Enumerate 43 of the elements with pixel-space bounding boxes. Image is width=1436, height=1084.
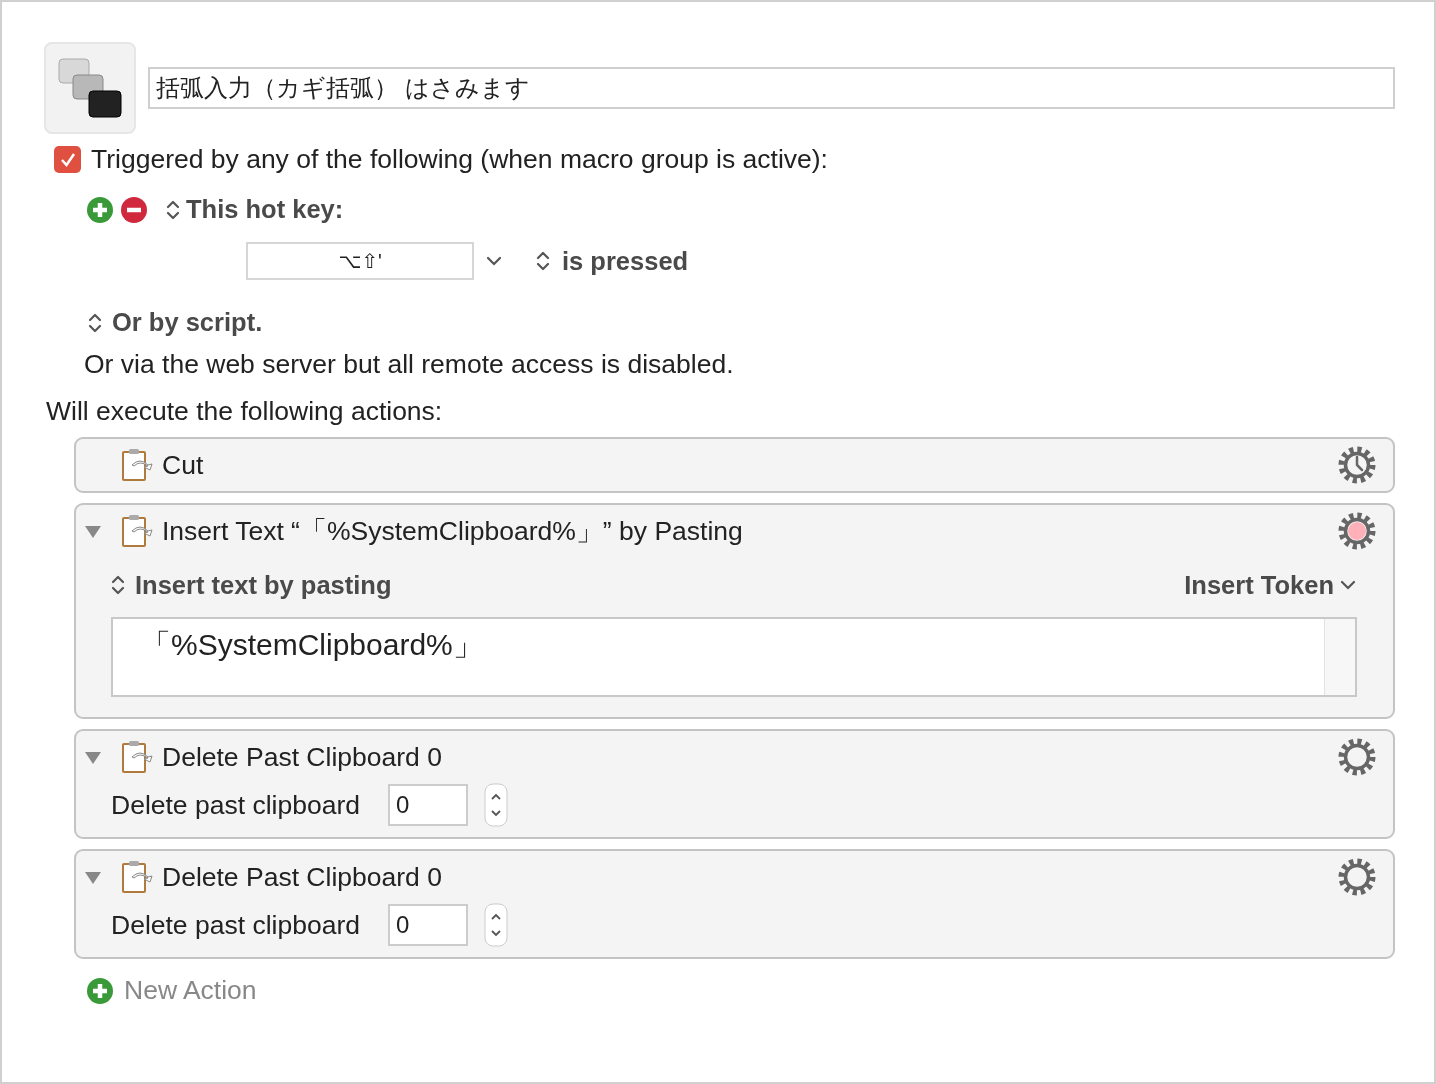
stepper-icon[interactable] [166,198,180,221]
action-title: Insert Text “「%SystemClipboard%」” by Pasting [162,515,744,548]
add-icon[interactable] [86,976,114,1005]
disclosure-triangle-icon[interactable] [84,869,102,885]
clipboard-icon [120,739,156,775]
stepper-icon[interactable] [536,250,550,272]
remove-icon[interactable] [120,195,148,224]
clipboard-icon [120,447,156,483]
action-title: Delete Past Clipboard 0 [162,741,443,773]
clipboard-icon [120,859,156,895]
trigger-type-label[interactable]: This hot key: [186,195,344,224]
gear-icon[interactable] [1338,446,1376,484]
key-state-label[interactable]: is pressed [562,246,689,276]
disclosure-triangle-icon[interactable] [84,749,102,765]
stepper-icon[interactable] [111,574,125,596]
action-title: Delete Past Clipboard 0 [162,861,443,893]
script-trigger-label[interactable]: Or by script. [112,308,263,337]
chevron-icon[interactable] [1340,580,1356,590]
keys-icon [57,57,123,119]
insert-token-button[interactable]: Insert Token [1184,570,1356,600]
actions-heading: Will execute the following actions: [46,396,444,427]
action-title: Cut [162,449,205,481]
trigger-checkbox[interactable] [54,146,81,173]
web-server-note: Or via the web server but all remote access is disabled. [84,349,735,380]
insert-mode-label[interactable]: Insert text by pasting [135,570,392,600]
field-label: Delete past clipboard [111,909,360,941]
add-icon[interactable] [86,195,114,224]
gear-icon[interactable] [1338,738,1376,776]
hot-key-field[interactable]: ⌥⇧' [246,242,474,280]
chevron-icon[interactable] [486,256,502,266]
trigger-label: Triggered by any of the following (when macro group is active): [91,144,828,175]
macro-icon[interactable] [44,42,136,134]
disclosure-triangle-icon[interactable] [84,523,102,539]
macro-name-field[interactable]: 括弧入力（カギ括弧） はさみます [148,67,1395,109]
text-area[interactable]: 「%SystemClipboard%」 [111,617,1357,697]
field-label: Delete past clipboard [111,789,360,821]
stepper-icon[interactable] [88,311,102,334]
number-field[interactable]: 0 [387,904,468,946]
gear-icon[interactable] [1338,512,1376,550]
new-action-link[interactable]: New Action [124,975,257,1006]
clipboard-icon [120,513,156,549]
gear-icon[interactable] [1338,858,1376,896]
number-field[interactable]: 0 [387,784,468,826]
